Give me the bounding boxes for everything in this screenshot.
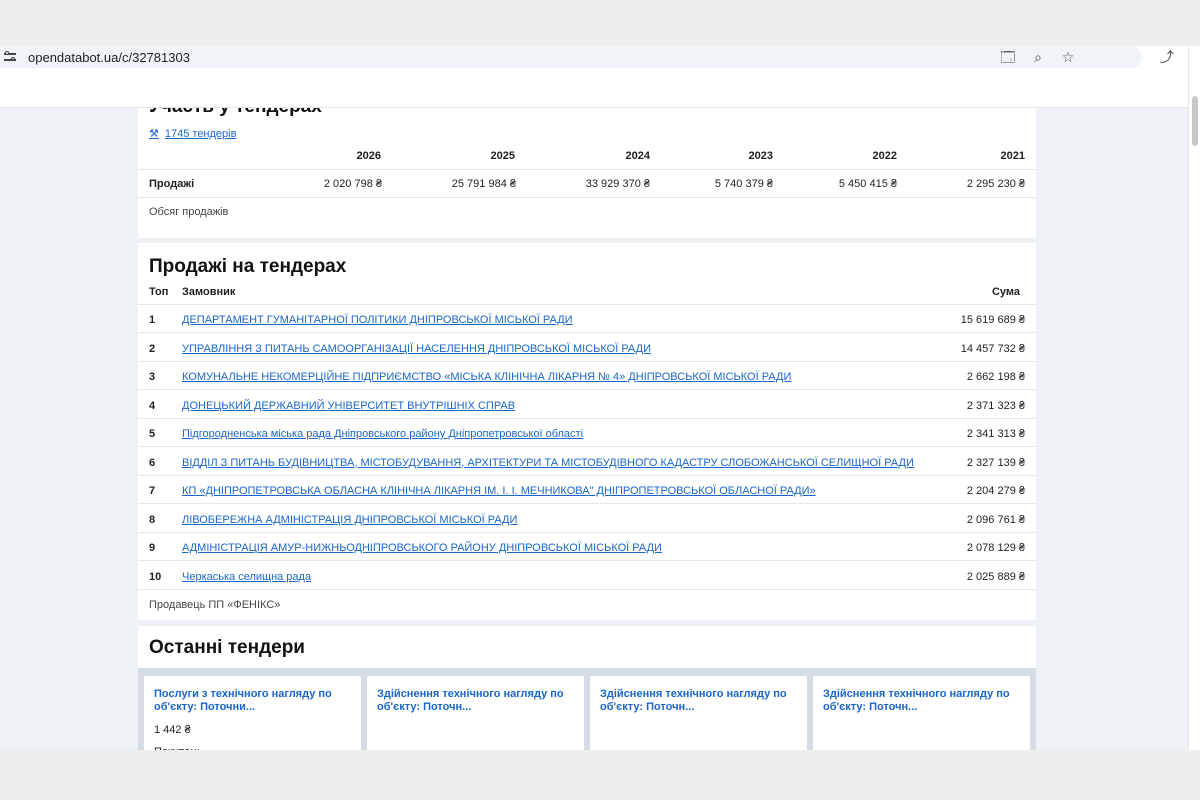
customer-link[interactable]: ДЕПАРТАМЕНТ ГУМАНІТАРНОЇ ПОЛІТИКИ ДНІПРО… [182,314,573,326]
customer-link[interactable]: Черкаська селищна рада [182,571,311,583]
rank-number: 7 [149,485,156,497]
bookmark-star-icon[interactable]: ☆ [1060,49,1076,65]
rank-number: 9 [149,542,156,554]
translate-icon[interactable]: 🗔 [1000,49,1016,65]
sales-value: 25 791 984 ₴ [451,178,516,190]
customer-link[interactable]: Підгородненська міська рада Дніпровськог… [182,428,583,440]
column-header-top: Топ [149,286,169,298]
sum-value: 2 204 279 ₴ [966,485,1025,497]
tender-card[interactable]: Здійснення технічного нагляду по об'єкту… [590,676,807,750]
rank-number: 10 [149,570,162,583]
table-row: 7 КП «ДНІПРОПЕТРОВСЬКА ОБЛАСНА КЛІНІЧНА Л… [138,476,1036,504]
customer-link[interactable]: ЛІВОБЕРЕЖНА АДМІНІСТРАЦІЯ ДНІПРОВСЬКОЇ М… [182,514,517,526]
window-frame-bottom [0,750,1200,800]
sales-value: 5 450 415 ₴ [838,178,897,190]
recent-tenders-grid: Послуги з технічного нагляду по об'єкту:… [138,668,1036,750]
customer-link[interactable]: УПРАВЛІННЯ З ПИТАНЬ САМООРГАНІЗАЦІЇ НАСЕ… [182,343,651,355]
sales-volume-caption: Обсяг продажів [149,206,229,218]
table-row: 5 Підгородненська міська рада Дніпровсько… [138,419,1036,447]
tender-card[interactable]: Здійснення технічного нагляду по об'єкту… [813,676,1030,750]
column-header-customer: Замовник [182,286,236,298]
tender-card-title[interactable]: Здійснення технічного нагляду по об'єкту… [377,688,574,714]
table-row: 10 Черкаська селищна рада 2 025 889 ₴ [138,562,1036,590]
sum-value: 2 096 761 ₴ [966,513,1025,526]
sum-value: 2 327 139 ₴ [966,456,1025,469]
tender-count-label[interactable]: 1745 тендерів [165,128,237,140]
sum-value: 2 371 323 ₴ [966,399,1025,412]
sales-value: 2 020 798 ₴ [323,178,382,190]
tender-card-price: 1 442 ₴ [154,724,191,736]
sales-label: Продажі [149,178,195,190]
site-header-strip [0,70,1188,108]
participation-title: Участь у тендерах [149,108,322,118]
sum-value: 2 078 129 ₴ [966,542,1025,554]
sum-value: 2 662 198 ₴ [966,371,1025,383]
site-info-icon[interactable] [4,51,18,63]
tender-card-title[interactable]: Здійснення технічного нагляду по об'єкту… [600,688,797,714]
hammer-icon: ⚒ [149,128,159,140]
recent-tenders-title: Останні тендери [149,637,305,658]
rank-number: 2 [149,342,156,355]
table-row: 3 КОМУНАЛЬНЕ НЕКОМЕРЦІЙНЕ ПІДПРИЄМСТВО «М… [138,362,1036,390]
rank-number: 5 [149,428,156,440]
rank-number: 8 [149,513,156,526]
rank-number: 1 [149,314,156,326]
table-row: 1 ДЕПАРТАМЕНТ ГУМАНІТАРНОЇ ПОЛІТИКИ ДНІПР… [138,305,1036,333]
participation-card: Участь у тендерах ⚒ 1745 тендерів 2026 2… [138,108,1036,238]
year-header: 2022 [872,150,897,162]
url-box[interactable]: opendatabot.ua/c/32781303 🗔 ⌕ ☆ [0,46,1142,68]
sum-value: 2 025 889 ₴ [966,570,1025,583]
table-row: 8 ЛІВОБЕРЕЖНА АДМІНІСТРАЦІЯ ДНІПРОВСЬКОЇ … [138,505,1036,533]
scrollbar[interactable] [1188,46,1200,750]
sum-value: 14 457 732 ₴ [960,342,1025,355]
tender-card[interactable]: Послуги з технічного нагляду по об'єкту:… [144,676,361,750]
page-content: Участь у тендерах ⚒ 1745 тендерів 2026 2… [0,108,1188,750]
table-row: 4 ДОНЕЦЬКИЙ ДЕРЖАВНИЙ УНІВЕРСИТЕТ ВНУТРІШ… [138,391,1036,419]
table-row: 6 ВІДДІЛ З ПИТАНЬ БУДІВНИЦТВА, МІСТОБУДУВ… [138,448,1036,476]
recent-tenders-card: Останні тендери Послуги з технічного наг… [138,626,1036,750]
browser-address-bar: opendatabot.ua/c/32781303 🗔 ⌕ ☆ ⤴ [0,46,1200,70]
tender-count-link[interactable]: ⚒ 1745 тендерів [149,127,237,141]
zoom-icon[interactable]: ⌕ [1030,49,1046,65]
customer-link[interactable]: КОМУНАЛЬНЕ НЕКОМЕРЦІЙНЕ ПІДПРИЄМСТВО «МІ… [182,371,791,383]
column-header-sum: Сума [991,286,1020,298]
year-header: 2026 [356,150,381,162]
table-row: 2 УПРАВЛІННЯ З ПИТАНЬ САМООРГАНІЗАЦІЇ НАС… [138,334,1036,362]
extensions-icon[interactable]: ⤴ [1160,49,1176,65]
scrollbar-thumb[interactable] [1192,96,1198,146]
year-header: 2025 [490,150,515,162]
url-text[interactable]: opendatabot.ua/c/32781303 [28,50,190,65]
year-header: 2021 [1000,150,1025,162]
window-frame-top [0,0,1200,48]
rank-number: 4 [149,399,156,412]
sales-row: Продажі 2 020 798 ₴ 25 791 984 ₴ 33 929 … [138,170,1036,198]
table-row: 9 АДМІНІСТРАЦІЯ АМУР-НИЖНЬОДНІПРОВСЬКОГО … [138,533,1036,561]
customer-link[interactable]: ДОНЕЦЬКИЙ ДЕРЖАВНИЙ УНІВЕРСИТЕТ ВНУТРІШН… [182,400,515,412]
customer-link[interactable]: ВІДДІЛ З ПИТАНЬ БУДІВНИЦТВА, МІСТОБУДУВА… [182,457,914,469]
tender-card[interactable]: Здійснення технічного нагляду по об'єкту… [367,676,584,750]
rank-number: 3 [149,371,156,383]
rank-number: 6 [149,456,156,469]
table-header: Топ Замовник Сума [138,283,1036,305]
seller-caption: Продавець ПП «ФЕНІКС» [149,599,281,611]
tender-sales-title: Продажі на тендерах [149,256,347,277]
years-header-row: 2026 2025 2024 2023 2022 2021 [138,144,1036,170]
sales-value: 5 740 379 ₴ [714,178,773,190]
tender-card-title[interactable]: Послуги з технічного нагляду по об'єкту:… [154,688,351,714]
customer-link[interactable]: АДМІНІСТРАЦІЯ АМУР-НИЖНЬОДНІПРОВСЬКОГО Р… [182,542,662,554]
tender-sales-card: Продажі на тендерах Топ Замовник Сума 1 Д… [138,243,1036,620]
sales-value: 33 929 370 ₴ [585,178,650,190]
sum-value: 15 619 689 ₴ [960,314,1025,326]
sales-value: 2 295 230 ₴ [966,178,1025,190]
sum-value: 2 341 313 ₴ [966,428,1025,440]
year-header: 2023 [748,150,773,162]
customer-link[interactable]: КП «ДНІПРОПЕТРОВСЬКА ОБЛАСНА КЛІНІЧНА ЛІ… [182,485,816,497]
year-header: 2024 [625,150,650,162]
tender-card-title[interactable]: Здійснення технічного нагляду по об'єкту… [823,688,1020,714]
